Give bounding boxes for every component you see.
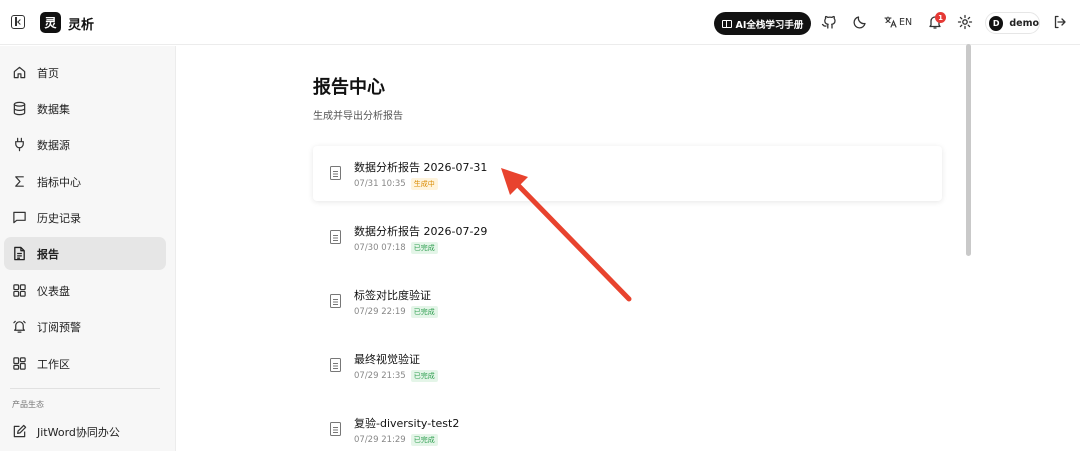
sidebar-item-label: 数据源	[37, 138, 70, 152]
plug-icon	[15, 137, 24, 152]
gear-icon[interactable]	[957, 14, 973, 30]
sidebar-divider	[10, 388, 160, 389]
avatar: D	[989, 15, 1004, 31]
sidebar-item-datasets[interactable]: 数据集	[4, 92, 166, 125]
page-subtitle: 生成并导出分析报告	[313, 111, 403, 122]
document-icon	[330, 230, 341, 244]
status-badge: 已完成	[410, 306, 438, 318]
user-menu[interactable]: D demo	[985, 12, 1040, 34]
report-item[interactable]: 数据分析报告 2026-07-29 07/30 07:18 已完成	[313, 210, 942, 265]
status-badge: 已完成	[410, 370, 438, 382]
sidebar-item-label: 历史记录	[37, 211, 81, 225]
status-badge: 生成中	[410, 178, 438, 190]
report-item[interactable]: 复验-diversity-test2 07/29 21:29 已完成	[313, 402, 942, 451]
report-item[interactable]: 数据分析报告 2026-07-31 07/31 10:35 生成中	[313, 146, 942, 201]
moon-icon[interactable]	[852, 14, 868, 30]
sidebar-section-title: 产品生态	[12, 400, 44, 409]
document-icon	[330, 294, 341, 308]
report-time: 07/31 10:35	[354, 179, 406, 189]
sidebar-item-label: 工作区	[37, 357, 70, 371]
document-icon	[14, 246, 25, 261]
translate-icon	[884, 16, 897, 28]
home-icon	[13, 66, 26, 79]
github-icon[interactable]	[821, 14, 837, 30]
sidebar-item-alerts[interactable]: 订阅预警	[4, 310, 166, 343]
sidebar-item-workspace[interactable]: 工作区	[4, 347, 166, 380]
sidebar-item-jitword[interactable]: JitWord协同办公	[4, 415, 166, 448]
sidebar-item-label: 首页	[37, 66, 59, 80]
app-name: 灵析	[68, 18, 95, 33]
document-icon	[330, 358, 341, 372]
bell-icon	[13, 320, 26, 333]
report-title: 数据分析报告 2026-07-31	[354, 161, 488, 174]
dashboard-icon	[13, 284, 26, 297]
sidebar-item-dashboard[interactable]: 仪表盘	[4, 274, 166, 307]
edit-icon	[13, 424, 27, 438]
report-time: 07/29 21:29	[354, 435, 406, 445]
sidebar-item-datasources[interactable]: 数据源	[4, 128, 166, 161]
sidebar-item-label: 数据集	[37, 102, 70, 116]
sidebar-item-label: 指标中心	[37, 175, 81, 189]
report-time: 07/30 07:18	[354, 243, 406, 253]
language-label: EN	[899, 16, 913, 28]
report-title: 标签对比度验证	[354, 289, 431, 302]
database-icon	[13, 101, 26, 116]
top-header: 灵 灵析 AI全栈学习手册 EN 1 D demo	[0, 0, 1080, 45]
workspace-icon	[13, 357, 26, 370]
scrollbar[interactable]	[966, 44, 971, 256]
report-title: 数据分析报告 2026-07-29	[354, 225, 488, 238]
report-time: 07/29 21:35	[354, 371, 406, 381]
document-icon	[330, 422, 341, 436]
sidebar-item-home[interactable]: 首页	[4, 56, 166, 89]
page-title: 报告中心	[313, 77, 385, 98]
report-title: 复验-diversity-test2	[354, 417, 460, 430]
sidebar-item-metrics[interactable]: 指标中心	[4, 165, 166, 198]
sidebar: 首页 数据集 数据源 指标中心 历史记录 报告 仪表盘 订阅预警 工作区 产品生…	[0, 46, 176, 451]
sidebar-item-reports[interactable]: 报告	[4, 237, 166, 270]
sidebar-toggle-icon[interactable]	[11, 15, 25, 29]
sidebar-item-label: 仪表盘	[37, 284, 70, 298]
book-icon	[721, 19, 732, 28]
ai-manual-button[interactable]: AI全栈学习手册	[714, 12, 811, 35]
logout-icon[interactable]	[1052, 14, 1068, 30]
sidebar-item-label: 订阅预警	[37, 320, 81, 334]
document-icon	[330, 166, 341, 180]
sidebar-item-label: JitWord协同办公	[37, 425, 120, 439]
status-badge: 已完成	[410, 242, 438, 254]
report-item[interactable]: 最终视觉验证 07/29 21:35 已完成	[313, 338, 942, 393]
user-name: demo	[1009, 17, 1039, 29]
chat-icon	[13, 211, 26, 224]
sigma-icon	[15, 176, 24, 187]
sidebar-item-label: 报告	[37, 247, 59, 261]
notification-badge: 1	[935, 12, 946, 23]
report-time: 07/29 22:19	[354, 307, 406, 317]
language-switch[interactable]: EN	[884, 16, 912, 28]
app-logo: 灵	[40, 12, 61, 33]
sidebar-item-history[interactable]: 历史记录	[4, 201, 166, 234]
report-title: 最终视觉验证	[354, 353, 420, 366]
report-item[interactable]: 标签对比度验证 07/29 22:19 已完成	[313, 274, 942, 329]
ai-manual-label: AI全栈学习手册	[735, 19, 804, 31]
status-badge: 已完成	[410, 434, 438, 446]
